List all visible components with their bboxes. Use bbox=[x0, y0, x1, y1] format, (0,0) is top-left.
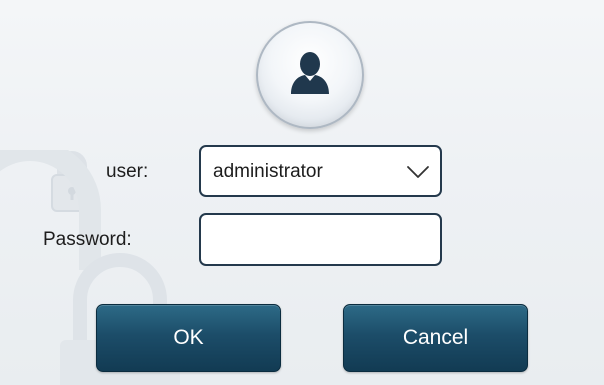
password-label: Password: bbox=[43, 229, 132, 250]
user-label: user: bbox=[106, 161, 149, 182]
avatar bbox=[256, 21, 364, 129]
cancel-button[interactable]: Cancel bbox=[343, 304, 528, 372]
ok-button[interactable]: OK bbox=[96, 304, 281, 372]
chevron-down-icon bbox=[406, 165, 430, 179]
user-select-value: administrator bbox=[213, 161, 323, 182]
user-icon bbox=[289, 51, 331, 95]
lock-watermark-icon bbox=[48, 146, 96, 214]
user-select[interactable]: administrator bbox=[199, 145, 442, 197]
password-field[interactable] bbox=[199, 213, 442, 266]
